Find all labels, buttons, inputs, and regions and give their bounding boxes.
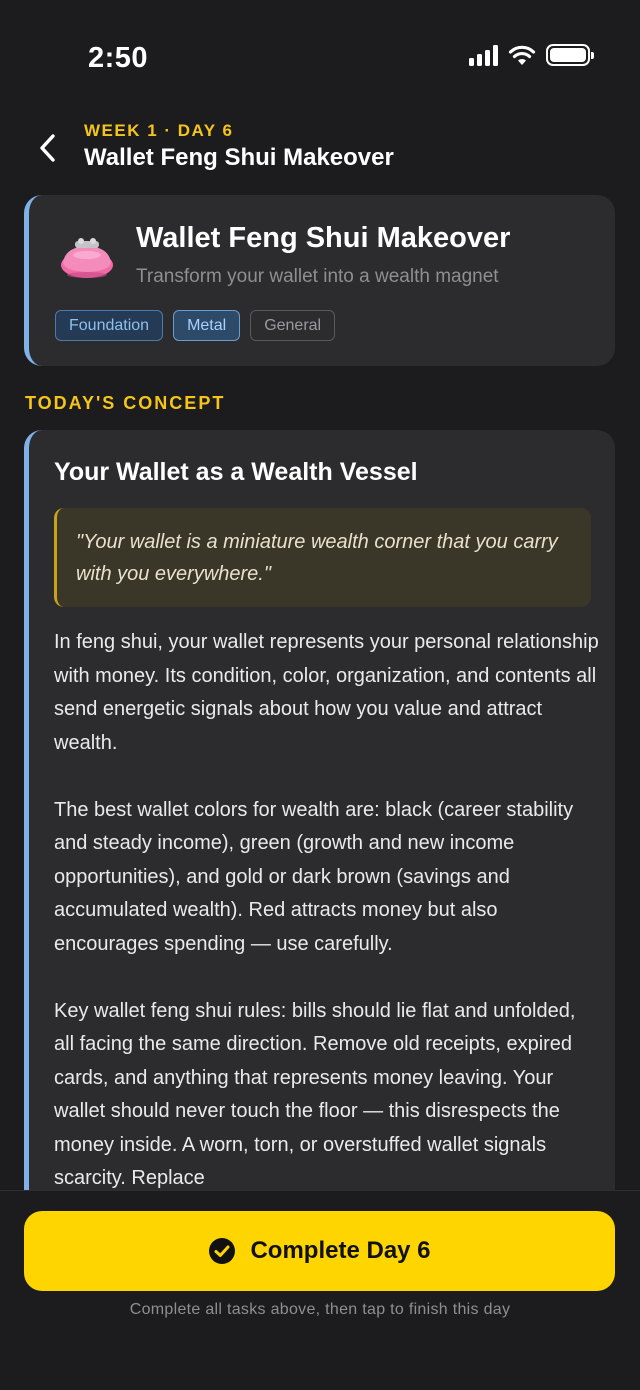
check-circle-icon xyxy=(209,1238,236,1264)
paragraph: The best wallet colors for wealth are: b… xyxy=(54,798,574,955)
status-time: 2:50 xyxy=(88,42,149,74)
status-bar: 2:50 xyxy=(0,0,640,110)
tag-list: Foundation Metal General xyxy=(55,310,336,341)
purse-icon xyxy=(61,238,113,278)
chevron-left-icon xyxy=(40,134,55,162)
section-label: TODAY'S CONCEPT xyxy=(25,393,226,413)
concept-card[interactable]: Your Wallet as a Wealth Vessel "Your wal… xyxy=(24,430,615,1230)
paragraph: In feng shui, your wallet represents you… xyxy=(54,631,599,754)
quote-block: "Your wallet is a miniature wealth corne… xyxy=(54,508,591,607)
bottom-action-bar: Complete Day 6 Complete all tasks above,… xyxy=(0,1190,640,1390)
lesson-card: Wallet Feng Shui Makeover Transform your… xyxy=(24,195,615,366)
concept-title: Your Wallet as a Wealth Vessel xyxy=(54,458,418,486)
page-title: Wallet Feng Shui Makeover xyxy=(84,144,394,171)
paragraph: Key wallet feng shui rules: bills should… xyxy=(54,999,576,1190)
complete-day-button[interactable]: Complete Day 6 xyxy=(24,1211,615,1291)
tag-foundation: Foundation xyxy=(55,310,164,341)
battery-icon xyxy=(546,44,594,66)
wifi-icon xyxy=(508,45,536,65)
back-button[interactable] xyxy=(30,128,64,168)
cellular-signal-icon xyxy=(469,44,498,66)
hint-text: Complete all tasks above, then tap to fi… xyxy=(129,1301,511,1318)
status-icons xyxy=(469,44,594,66)
tag-general: General xyxy=(250,310,336,341)
concept-body: In feng shui, your wallet represents you… xyxy=(54,626,599,1229)
complete-button-label: Complete Day 6 xyxy=(250,1237,431,1264)
lesson-title: Wallet Feng Shui Makeover xyxy=(136,222,511,254)
week-day-label: WEEK 1 · DAY 6 xyxy=(84,121,234,140)
quote-text: "Your wallet is a miniature wealth corne… xyxy=(76,531,558,585)
lesson-subtitle: Transform your wallet into a wealth magn… xyxy=(136,266,499,287)
tag-metal: Metal xyxy=(173,310,241,341)
